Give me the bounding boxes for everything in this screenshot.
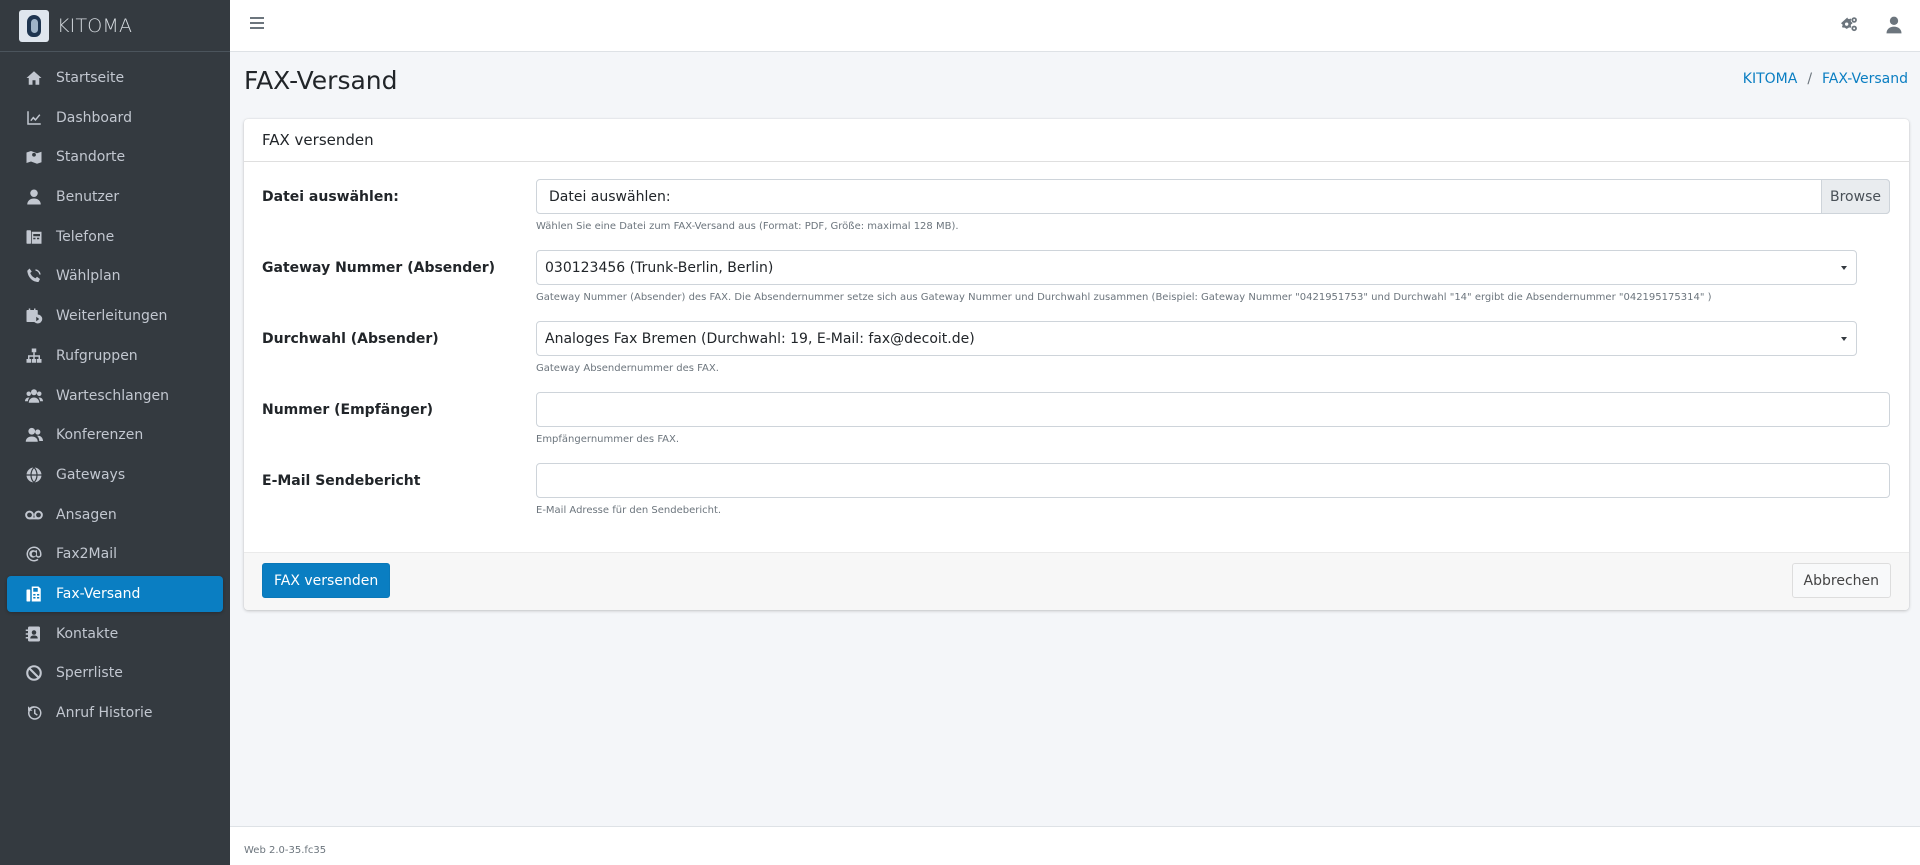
sidebar-item-warteschlangen[interactable]: Warteschlangen [7,378,223,414]
history-icon [24,703,44,723]
sidebar-item-konferenzen[interactable]: Konferenzen [7,417,223,453]
sidebar-item-label: Anruf Historie [56,705,153,721]
sidebar-item-label: Wählplan [56,268,121,285]
file-input[interactable]: Datei auswählen: Browse [536,179,1890,214]
settings-cogs-icon[interactable] [1840,15,1862,37]
recipient-label: Nummer (Empfänger) [262,402,434,418]
sidebar-item-label: Rufgruppen [56,347,138,364]
extension-value: Analoges Fax Bremen (Durchwahl: 19, E-Ma… [545,330,975,347]
email-report-input[interactable] [536,463,1890,498]
home-icon [24,68,44,88]
breadcrumb: KITOMA / FAX-Versand [1743,71,1908,87]
breadcrumb-separator: / [1807,71,1813,87]
map-location-icon [24,147,44,167]
file-placeholder: Datei auswählen: [549,188,671,205]
page-title: FAX-Versand [244,66,398,95]
sidebar-item-label: Warteschlangen [56,387,169,404]
email-label: E-Mail Sendebericht [262,473,421,489]
calendar-forward-icon [24,306,44,326]
sidebar-item-dashboard[interactable]: Dashboard [7,100,223,136]
sidebar-item-label: Ansagen [56,506,117,523]
user-group-icon [24,425,44,445]
extension-select[interactable]: Analoges Fax Bremen (Durchwahl: 19, E-Ma… [536,321,1857,356]
brand-link[interactable]: KITOMA [0,0,230,52]
card-title: FAX versenden [244,119,1909,162]
fax-phone-icon [24,227,44,247]
sidebar-item-anruf-historie[interactable]: Anruf Historie [7,695,223,731]
brand-name: KITOMA [57,14,133,37]
globe-icon [24,465,44,485]
sidebar-item-standorte[interactable]: Standorte [7,139,223,175]
sidebar-item-label: Kontakte [56,625,119,642]
at-icon [24,544,44,564]
sidebar: KITOMA Startseite Dashboard Standorte Benut… [0,0,230,865]
browse-button[interactable]: Browse [1821,179,1890,214]
card-body: Datei auswählen: Datei auswählen: Browse… [244,162,1909,552]
sidebar-item-kontakte[interactable]: Kontakte [7,616,223,652]
voicemail-icon [24,505,44,525]
chevron-down-icon [1841,266,1847,270]
gateway-value: 030123456 (Trunk-Berlin, Berlin) [545,259,774,276]
sidebar-item-sperrliste[interactable]: Sperrliste [7,655,223,691]
sidebar-item-rufgruppen[interactable]: Rufgruppen [7,338,223,374]
breadcrumb-home[interactable]: KITOMA [1743,71,1798,87]
recipient-number-input[interactable] [536,392,1890,427]
sidebar-item-label: Dashboard [56,109,132,126]
fax-form-card: FAX versenden Datei auswählen: Datei aus… [244,119,1909,610]
address-book-icon [24,624,44,644]
sidebar-item-label: Telefone [56,228,115,245]
sidebar-item-wählplan[interactable]: Wählplan [7,258,223,294]
send-fax-button[interactable]: FAX versenden [262,563,391,598]
sidebar-item-gateways[interactable]: Gateways [7,457,223,493]
menu-toggle-icon[interactable] [250,17,264,33]
recipient-help: Empfängernummer des FAX. [536,434,680,445]
sidebar-item-fax2mail[interactable]: Fax2Mail [7,536,223,572]
sidebar-item-benutzer[interactable]: Benutzer [7,179,223,215]
breadcrumb-current[interactable]: FAX-Versand [1822,71,1908,87]
email-help: E-Mail Adresse für den Sendebericht. [536,505,722,516]
card-footer: FAX versenden Abbrechen [244,552,1909,610]
sidebar-item-label: Fax-Versand [56,585,141,602]
user-account-icon[interactable] [1884,15,1906,37]
sidebar-item-label: Fax2Mail [56,546,117,563]
chart-line-icon [24,108,44,128]
file-help: Wählen Sie eine Datei zum FAX-Versand au… [536,221,959,232]
sidebar-item-label: Benutzer [56,189,120,206]
sidebar-item-label: Sperrliste [56,665,123,682]
sidebar-item-telefone[interactable]: Telefone [7,219,223,255]
sidebar-item-label: Standorte [56,149,126,166]
fax-icon [24,584,44,604]
ban-icon [24,663,44,683]
gateway-select[interactable]: 030123456 (Trunk-Berlin, Berlin) [536,250,1857,285]
extension-help: Gateway Absendernummer des FAX. [536,363,719,374]
sidebar-item-label: Gateways [56,466,126,483]
user-icon [24,187,44,207]
users-queue-icon [24,386,44,406]
sidebar-item-label: Startseite [56,70,125,86]
sidebar-item-label: Konferenzen [56,427,144,444]
extension-label: Durchwahl (Absender) [262,331,439,347]
cancel-button[interactable]: Abbrechen [1791,563,1891,598]
gateway-label: Gateway Nummer (Absender) [262,260,496,276]
file-label: Datei auswählen: [262,189,399,205]
sidebar-item-ansagen[interactable]: Ansagen [7,497,223,533]
sitemap-icon [24,346,44,366]
top-navbar [230,0,1920,52]
chevron-down-icon [1841,337,1847,341]
sidebar-item-label: Weiterleitungen [56,308,168,325]
version-text: Web 2.0-35.fc35 [244,845,327,856]
phone-volume-icon [24,266,44,286]
gateway-help: Gateway Nummer (Absender) des FAX. Die A… [536,292,1712,303]
sidebar-item-fax-versand[interactable]: Fax-Versand [7,575,223,612]
sidebar-item-startseite[interactable]: Startseite [7,60,223,96]
sidebar-item-weiterleitungen[interactable]: Weiterleitungen [7,298,223,334]
brand-logo [19,9,49,42]
page-footer: Web 2.0-35.fc35 [230,826,1920,865]
sidebar-nav: Startseite Dashboard Standorte Benutzer Tele… [0,52,230,731]
